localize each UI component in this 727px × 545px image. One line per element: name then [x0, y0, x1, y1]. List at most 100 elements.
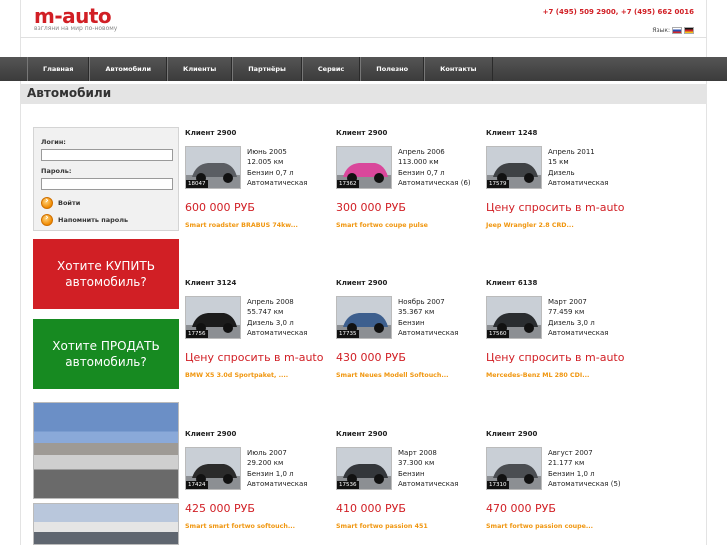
sell-car-banner[interactable]: Хотите ПРОДАТЬ автомобиль?	[33, 319, 179, 389]
car-thumbnail[interactable]: 17424	[185, 447, 241, 490]
car-thumbnail[interactable]: 17579	[486, 146, 542, 189]
car-mileage: 12.005 км	[247, 158, 284, 167]
listing-id: 17424	[186, 481, 208, 489]
car-date: Апрель 2011	[548, 148, 595, 156]
arrow-right-icon	[41, 213, 53, 226]
remind-password-link[interactable]: Напомнить пароль	[41, 213, 172, 227]
car-mileage: 15 км	[548, 158, 569, 167]
listing-id: 17579	[487, 180, 509, 188]
car-thumbnail[interactable]: 17310	[486, 447, 542, 490]
car-details: Март 2008 37.300 км Бензин Автоматическая	[398, 448, 459, 489]
car-gearbox: Автоматическая	[548, 328, 609, 337]
car-gearbox: Автоматическая	[398, 328, 459, 337]
listing-id: 17536	[337, 481, 359, 489]
nav-item-service[interactable]: Сервис	[301, 57, 361, 81]
car-title-link[interactable]: BMW X5 3.0d Sportpaket, ....	[185, 372, 288, 379]
listing-id: 17560	[487, 330, 509, 338]
car-mileage: 35.367 км	[398, 308, 435, 317]
car-card: Клиент 6138 17560 Март 2007 77.459 км Дизе…	[486, 279, 631, 399]
car-thumbnail[interactable]: 17536	[336, 447, 392, 490]
car-price: 425 000 РУБ	[185, 502, 255, 515]
client-name: Клиент 2900	[336, 279, 388, 287]
remind-password-label: Напомнить пароль	[58, 216, 129, 224]
login-button-label: Войти	[58, 199, 81, 207]
main-nav: Главная Автомобили Клиенты Партнёры Серв…	[0, 57, 727, 81]
car-price: Цену спросить в m-auto	[486, 351, 625, 364]
car-gearbox: Автоматическая	[247, 479, 308, 488]
nav-item-useful[interactable]: Полезно	[360, 57, 425, 81]
german-flag-icon[interactable]	[684, 27, 694, 34]
listing-id: 17362	[337, 180, 359, 188]
car-title-link[interactable]: Smart fortwo passion 451	[336, 523, 428, 530]
nav-item-clients[interactable]: Клиенты	[167, 57, 233, 81]
language-label: Язык:	[652, 27, 670, 34]
car-date: Июнь 2005	[247, 148, 287, 156]
login-label: Логин:	[41, 138, 66, 146]
car-card: Клиент 3124 17756 Апрель 2008 55.747 км Ди…	[185, 279, 330, 399]
car-engine: Бензин 0,7 л	[247, 168, 294, 177]
client-name: Клиент 3124	[185, 279, 237, 287]
car-price: 300 000 РУБ	[336, 201, 406, 214]
client-name: Клиент 2900	[336, 129, 388, 137]
car-gearbox: Автоматическая	[247, 178, 308, 187]
showroom-photo[interactable]	[33, 503, 179, 545]
car-thumbnail[interactable]: 17756	[185, 296, 241, 339]
car-thumbnail[interactable]: 18047	[185, 146, 241, 189]
client-name: Клиент 2900	[185, 129, 237, 137]
car-details: Апрель 2006 113.000 км Бензин 0,7 л Автомат…	[398, 147, 471, 188]
car-date: Апрель 2008	[247, 298, 294, 306]
client-name: Клиент 2900	[185, 430, 237, 438]
login-button[interactable]: Войти	[41, 196, 172, 210]
car-mileage: 21.177 км	[548, 459, 585, 468]
car-engine: Бензин 1,0 л	[548, 469, 595, 478]
car-price: 600 000 РУБ	[185, 201, 255, 214]
car-title-link[interactable]: Smart smart fortwo softouch...	[185, 523, 295, 530]
car-engine: Бензин	[398, 318, 425, 327]
nav-item-contacts[interactable]: Контакты	[424, 57, 493, 81]
car-title-link[interactable]: Jeep Wrangler 2.8 CRD...	[486, 222, 574, 229]
car-mileage: 55.747 км	[247, 308, 284, 317]
car-thumbnail[interactable]: 17735	[336, 296, 392, 339]
login-input[interactable]	[41, 149, 173, 161]
listing-id: 17310	[487, 481, 509, 489]
nav-item-cars[interactable]: Автомобили	[89, 57, 168, 81]
nav-item-partners[interactable]: Партнёры	[232, 57, 302, 81]
client-name: Клиент 1248	[486, 129, 538, 137]
car-date: Июль 2007	[247, 449, 287, 457]
car-details: Июнь 2005 12.005 км Бензин 0,7 л Автоматиче…	[247, 147, 308, 188]
car-thumbnail[interactable]: 17362	[336, 146, 392, 189]
car-price: 410 000 РУБ	[336, 502, 406, 515]
car-title-link[interactable]: Smart Neues Modell Softouch...	[336, 372, 449, 379]
car-card: Клиент 2900 17362 Апрель 2006 113.000 км Б…	[336, 129, 481, 249]
car-title-link[interactable]: Smart fortwo coupe pulse	[336, 222, 428, 229]
car-title-link[interactable]: Smart fortwo passion coupe...	[486, 523, 593, 530]
car-engine: Дизель 3,0 л	[247, 318, 294, 327]
car-gearbox: Автоматическая	[247, 328, 308, 337]
buy-car-banner[interactable]: Хотите КУПИТЬ автомобиль?	[33, 239, 179, 309]
car-gearbox: Автоматическая (5)	[548, 479, 621, 488]
car-card: Клиент 2900 17735 Ноябрь 2007 35.367 км Бе…	[336, 279, 481, 399]
car-engine: Бензин	[398, 469, 425, 478]
car-card: Клиент 1248 17579 Апрель 2011 15 км Дизель…	[486, 129, 631, 249]
dealership-photo[interactable]	[33, 402, 179, 499]
car-mileage: 29.200 км	[247, 459, 284, 468]
car-details: Ноябрь 2007 35.367 км Бензин Автоматическая	[398, 297, 459, 338]
page-title: Автомобили	[27, 86, 112, 100]
car-gearbox: Автоматическая (6)	[398, 178, 471, 187]
car-thumbnail[interactable]: 17560	[486, 296, 542, 339]
car-date: Апрель 2006	[398, 148, 445, 156]
car-title-link[interactable]: Smart roadster BRABUS 74kw...	[185, 222, 298, 229]
car-mileage: 37.300 км	[398, 459, 435, 468]
password-input[interactable]	[41, 178, 173, 190]
car-details: Август 2007 21.177 км Бензин 1,0 л Автомати…	[548, 448, 621, 489]
car-date: Август 2007	[548, 449, 593, 457]
car-card: Клиент 2900 17424 Июль 2007 29.200 км Бенз…	[185, 430, 330, 545]
car-card: Клиент 2900 18047 Июнь 2005 12.005 км Бенз…	[185, 129, 330, 249]
car-mileage: 113.000 км	[398, 158, 439, 167]
russian-flag-icon[interactable]	[672, 27, 682, 34]
listing-id: 18047	[186, 180, 208, 188]
car-engine: Бензин 0,7 л	[398, 168, 445, 177]
car-title-link[interactable]: Mercedes-Benz ML 280 CDI...	[486, 372, 589, 379]
nav-item-home[interactable]: Главная	[27, 57, 90, 81]
car-date: Март 2008	[398, 449, 437, 457]
